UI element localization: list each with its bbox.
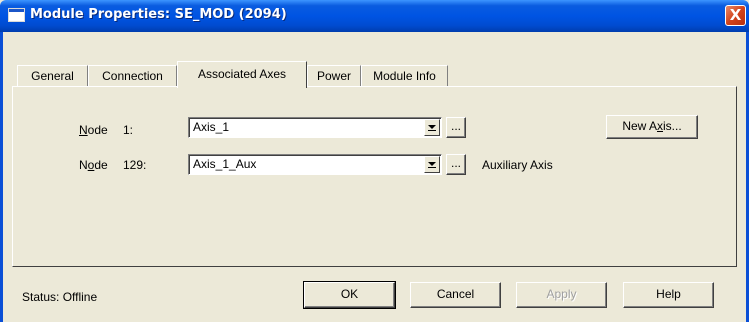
node-1-label: Node <box>79 123 108 137</box>
tab-connection[interactable]: Connection <box>88 65 177 87</box>
window-icon <box>8 8 25 22</box>
apply-button[interactable]: Apply <box>516 282 607 308</box>
tab-general[interactable]: General <box>17 65 88 87</box>
auxiliary-axis-label: Auxiliary Axis <box>482 158 553 172</box>
ok-button[interactable]: OK <box>303 281 396 309</box>
close-button[interactable]: X <box>725 5 746 26</box>
node-129-number: 129: <box>123 158 147 172</box>
node-1-number: 1: <box>123 123 134 137</box>
dropdown-arrow-icon[interactable] <box>424 156 440 173</box>
node-129-label: Node <box>79 158 108 172</box>
node-1-axis-value: Axis_1 <box>193 120 230 134</box>
node-129-axis-value: Axis_1_Aux <box>193 157 257 171</box>
node-129-browse-button[interactable]: ... <box>446 154 466 175</box>
help-button[interactable]: Help <box>623 282 714 308</box>
ok-label: OK <box>340 287 359 301</box>
window-title: Module Properties: SE_MOD (2094) <box>30 7 287 22</box>
tab-associated-axes[interactable]: Associated Axes <box>177 61 307 88</box>
title-bar[interactable]: Module Properties: SE_MOD (2094) X <box>0 0 749 32</box>
tab-power[interactable]: Power <box>307 65 361 87</box>
status-text: Status: Offline <box>22 290 98 304</box>
ellipsis-icon: ... <box>450 156 461 170</box>
node-129-axis-select[interactable]: Axis_1_Aux <box>188 154 442 175</box>
tab-module-info[interactable]: Module Info <box>361 65 448 87</box>
close-icon: X <box>729 6 742 24</box>
dropdown-arrow-icon[interactable] <box>424 119 440 136</box>
tab-label: Power <box>316 69 351 83</box>
node-1-browse-button[interactable]: ... <box>446 117 466 138</box>
tab-label: Connection <box>102 69 163 83</box>
tab-label: General <box>31 69 74 83</box>
ellipsis-icon: ... <box>450 119 461 133</box>
associated-axes-panel <box>12 86 737 267</box>
new-axis-button[interactable]: New Axis... <box>606 115 698 139</box>
cancel-label: Cancel <box>436 287 475 301</box>
apply-label: Apply <box>546 287 577 301</box>
help-label: Help <box>656 287 681 301</box>
node-1-axis-select[interactable]: Axis_1 <box>188 117 442 138</box>
window-frame-left <box>0 32 3 322</box>
cancel-button[interactable]: Cancel <box>410 282 501 308</box>
tab-label: Associated Axes <box>197 67 287 81</box>
tab-label: Module Info <box>373 69 436 83</box>
